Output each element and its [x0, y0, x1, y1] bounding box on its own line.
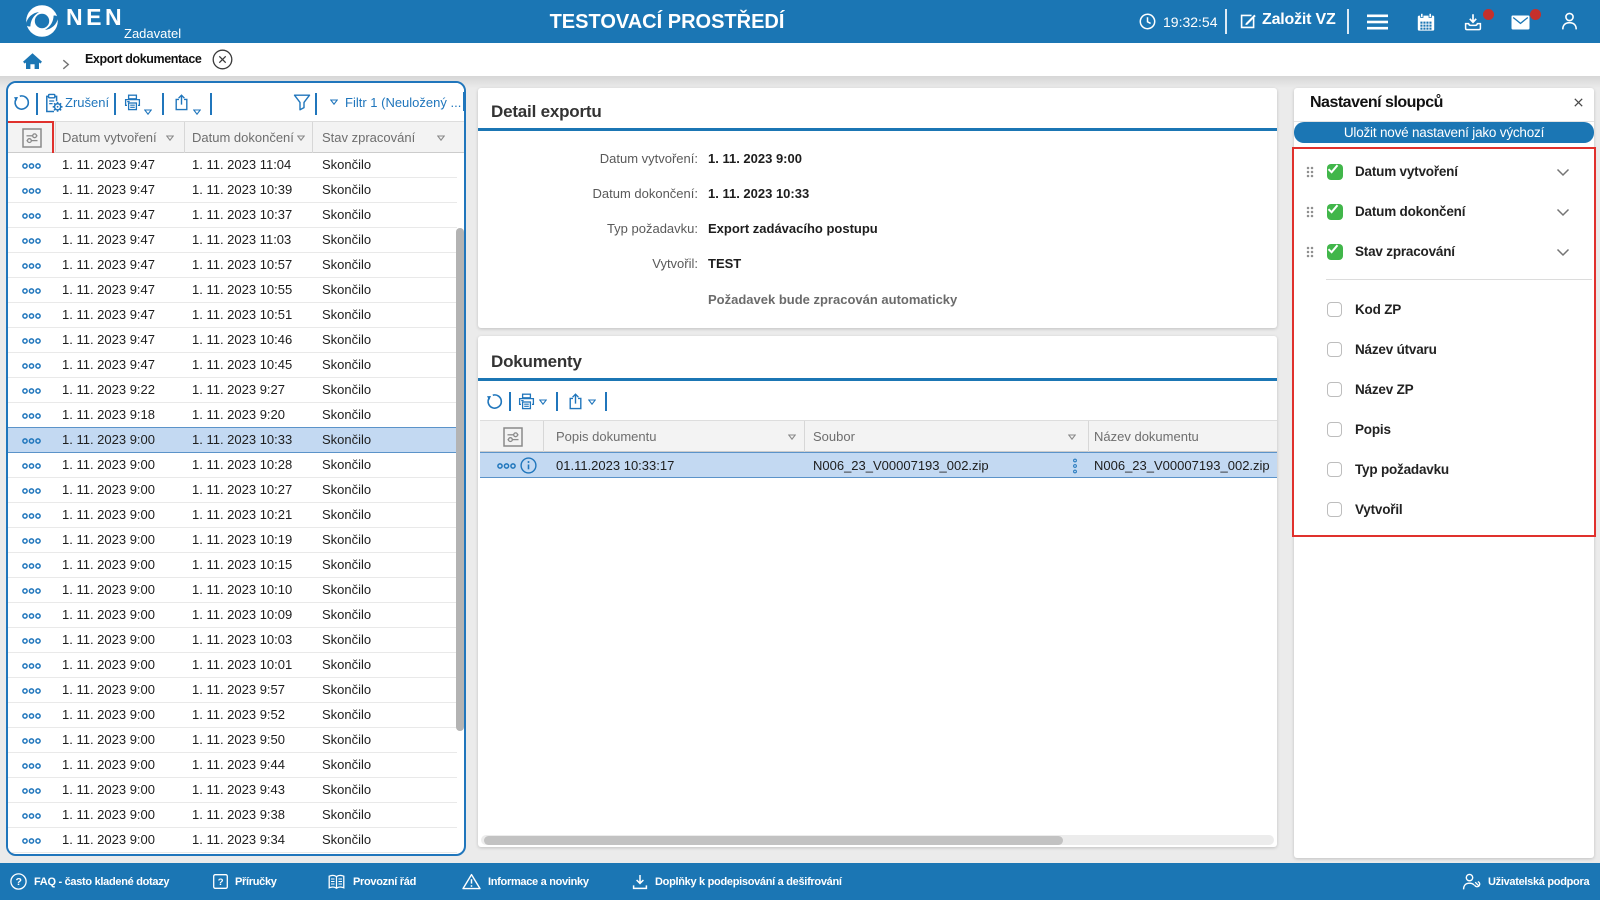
svg-text:?: ?: [15, 876, 21, 888]
svg-text:?: ?: [218, 877, 224, 888]
